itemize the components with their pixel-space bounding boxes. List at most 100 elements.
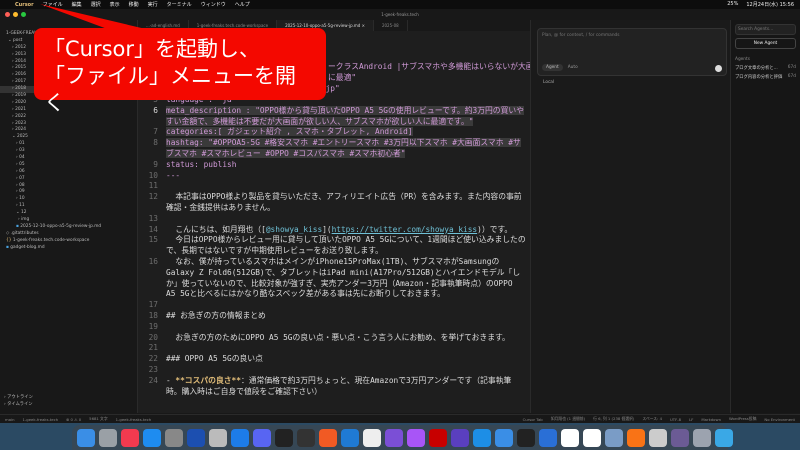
code-line: 7 categories:[ ガジェット紹介 , スマホ・タブレット, Andro… — [153, 127, 413, 137]
dock-app-icon[interactable] — [583, 428, 601, 447]
bold-text: **コスパの良さ** — [175, 375, 241, 385]
dock-app-icon[interactable] — [341, 428, 359, 447]
dock — [72, 425, 733, 450]
indentation[interactable]: スペース: 4 — [642, 416, 662, 422]
callout-line-2: 「ファイル」メニューを開く — [44, 64, 296, 115]
dock-app-icon[interactable] — [451, 428, 469, 447]
line-text: )）です。 — [477, 224, 513, 234]
line-text: こんにちは、如月翔也（[ — [166, 224, 266, 234]
dock-app-icon[interactable] — [165, 428, 183, 447]
line-text: ## お急ぎの方の情報まとめ — [166, 310, 266, 320]
line-text: 本記事はOPPO様より製品を貸与いただき、アフィリエイト広告（PR）を含みます。… — [166, 192, 522, 212]
language-mode[interactable]: Markdown — [701, 417, 721, 422]
char-count[interactable]: 5681 文字 — [89, 416, 107, 422]
line-text: ### OPPO A5 5Gの良い点 — [166, 354, 263, 364]
folder-label: 07 — [19, 175, 25, 181]
dock-app-icon[interactable] — [253, 428, 271, 447]
code-line: 16 なお、僕が持っているスマホはメインがiPhone15ProMax(1TB)… — [138, 257, 530, 300]
dock-app-icon[interactable] — [693, 428, 711, 447]
dock-app-icon[interactable] — [671, 428, 689, 447]
code-line: 9 status: publish — [153, 159, 237, 169]
code-area[interactable]: 5language : "ja" 6meta_description : "OP… — [138, 95, 530, 397]
folder-img[interactable]: › img — [0, 217, 137, 224]
file-gitattributes[interactable]: ◇ .gitattributes — [0, 231, 137, 238]
dock-app-icon[interactable] — [187, 428, 205, 447]
workspace-status[interactable]: 1-geek-freaks.tech — [116, 417, 152, 422]
line-text: hashtag: "#OPPOA5-5G #格安スマホ #エントリースマホ #3… — [166, 138, 521, 158]
dock-app-icon[interactable] — [429, 428, 447, 447]
timeline-section[interactable]: › タイムライン — [4, 402, 33, 409]
cursor-position[interactable]: 行 6, 列 1 (238 個選択) — [593, 416, 634, 422]
folder-month[interactable]: › 07 — [0, 176, 137, 183]
folder-month[interactable]: ⌄ 12 — [0, 210, 137, 217]
dock-app-icon[interactable] — [605, 428, 623, 447]
dock-app-icon[interactable] — [297, 428, 315, 447]
file-gadget-blog[interactable]: ▪ gadget-blog.md — [0, 245, 137, 252]
file-current[interactable]: ▪ 2025-12-10-oppo-a5-5g-review-jp.md — [0, 224, 137, 231]
dock-app-icon[interactable] — [275, 428, 293, 447]
folder-label: 10 — [19, 196, 25, 202]
line-text: publish — [203, 159, 237, 169]
dock-app-icon[interactable] — [143, 428, 161, 447]
file-label: 1-geek-freaks.tech.code-workspace — [12, 237, 90, 243]
line-text: categories:[ ガジェット紹介 , スマホ・タブレット, Androi… — [166, 127, 413, 137]
environment-status[interactable]: No Environment — [764, 417, 795, 422]
line-text: なお、僕が持っているスマホはメインがiPhone15ProMax(1TB)、サブ… — [166, 256, 521, 299]
line-text: - — [166, 375, 176, 385]
folder-label: 12 — [20, 210, 27, 216]
dock-app-icon[interactable] — [649, 428, 667, 447]
folder-label: 08 — [19, 182, 25, 188]
line-text: 今日はOPPO様からレビュー用に貸与して頂いたOPPO A5 5Gについて、1週… — [166, 235, 526, 256]
eol[interactable]: LF — [689, 417, 693, 422]
folder-month[interactable]: › 05 — [0, 162, 137, 169]
dock-app-icon[interactable] — [99, 428, 117, 447]
dock-app-icon[interactable] — [319, 428, 337, 447]
code-line: 19 — [148, 321, 158, 331]
code-line: 14 こんにちは、如月翔也（[@showya_kiss](https://twi… — [148, 224, 513, 234]
encoding[interactable]: UTF-8 — [670, 417, 681, 422]
cursor-tab-status[interactable]: Cursor Tab — [523, 417, 543, 422]
dock-app-icon[interactable] — [407, 428, 425, 447]
dock-app-icon[interactable] — [715, 428, 733, 447]
code-line: 15 今日はOPPO様からレビュー用に貸与して頂いたOPPO A5 5Gについて… — [138, 235, 530, 257]
code-line: 12 本記事はOPPO様より製品を貸与いただき、アフィリエイト広告（PR）を含み… — [138, 192, 530, 214]
twitter-link[interactable]: https://twitter.com/showya_kiss — [332, 225, 478, 234]
markdown-icon: ▪ — [6, 244, 9, 250]
folder-month[interactable]: › 03 — [0, 148, 137, 155]
code-line: 10 --- — [138, 171, 530, 182]
folder-label: 04 — [19, 155, 25, 161]
git-blame[interactable]: 如月翔也 (1 週間前) — [551, 416, 585, 422]
folder-label: 11 — [19, 203, 25, 209]
site-status[interactable]: 1-geek-freaks.tech — [23, 417, 59, 422]
folder-month[interactable]: › 06 — [0, 169, 137, 176]
dock-app-icon[interactable] — [121, 428, 139, 447]
dock-app-icon[interactable] — [231, 428, 249, 447]
code-line: 11 — [148, 181, 158, 191]
callout-line-1: 「Cursor」を起動し、 — [44, 37, 261, 61]
dock-app-icon[interactable] — [385, 428, 403, 447]
dock-app-icon[interactable] — [363, 428, 381, 447]
folder-label: img — [21, 217, 30, 223]
dock-app-icon[interactable] — [627, 428, 645, 447]
folder-label: 05 — [19, 161, 25, 167]
code-line: 24- **コスパの良さ**：通常価格で約3万円ちょっと、現在Amazonで3万… — [148, 375, 512, 396]
dock-app-icon[interactable] — [561, 428, 579, 447]
dock-app-icon[interactable] — [517, 428, 535, 447]
problems-status[interactable]: ⊗ 0 ⚠ 0 — [66, 417, 81, 422]
wordpress-status[interactable]: WordPress投稿 — [729, 416, 756, 422]
section-label: タイムライン — [7, 402, 33, 408]
branch-status[interactable]: main — [5, 417, 15, 422]
folder-month[interactable]: › 04 — [0, 155, 137, 162]
file-workspace[interactable]: {} 1-geek-freaks.tech.code-workspace — [0, 238, 137, 245]
line-text: status: — [166, 159, 204, 169]
dock-app-icon[interactable] — [209, 428, 227, 447]
dock-app-icon[interactable] — [77, 428, 95, 447]
code-line: 23 — [148, 364, 158, 374]
folder-label: 01 — [19, 141, 25, 147]
dock-app-icon[interactable] — [539, 428, 557, 447]
dock-app-icon[interactable] — [495, 428, 513, 447]
line-text: --- — [166, 170, 181, 180]
mention-text: @showya_kiss — [265, 224, 323, 234]
dock-app-icon[interactable] — [473, 428, 491, 447]
folder-label: 2024 — [15, 127, 27, 133]
